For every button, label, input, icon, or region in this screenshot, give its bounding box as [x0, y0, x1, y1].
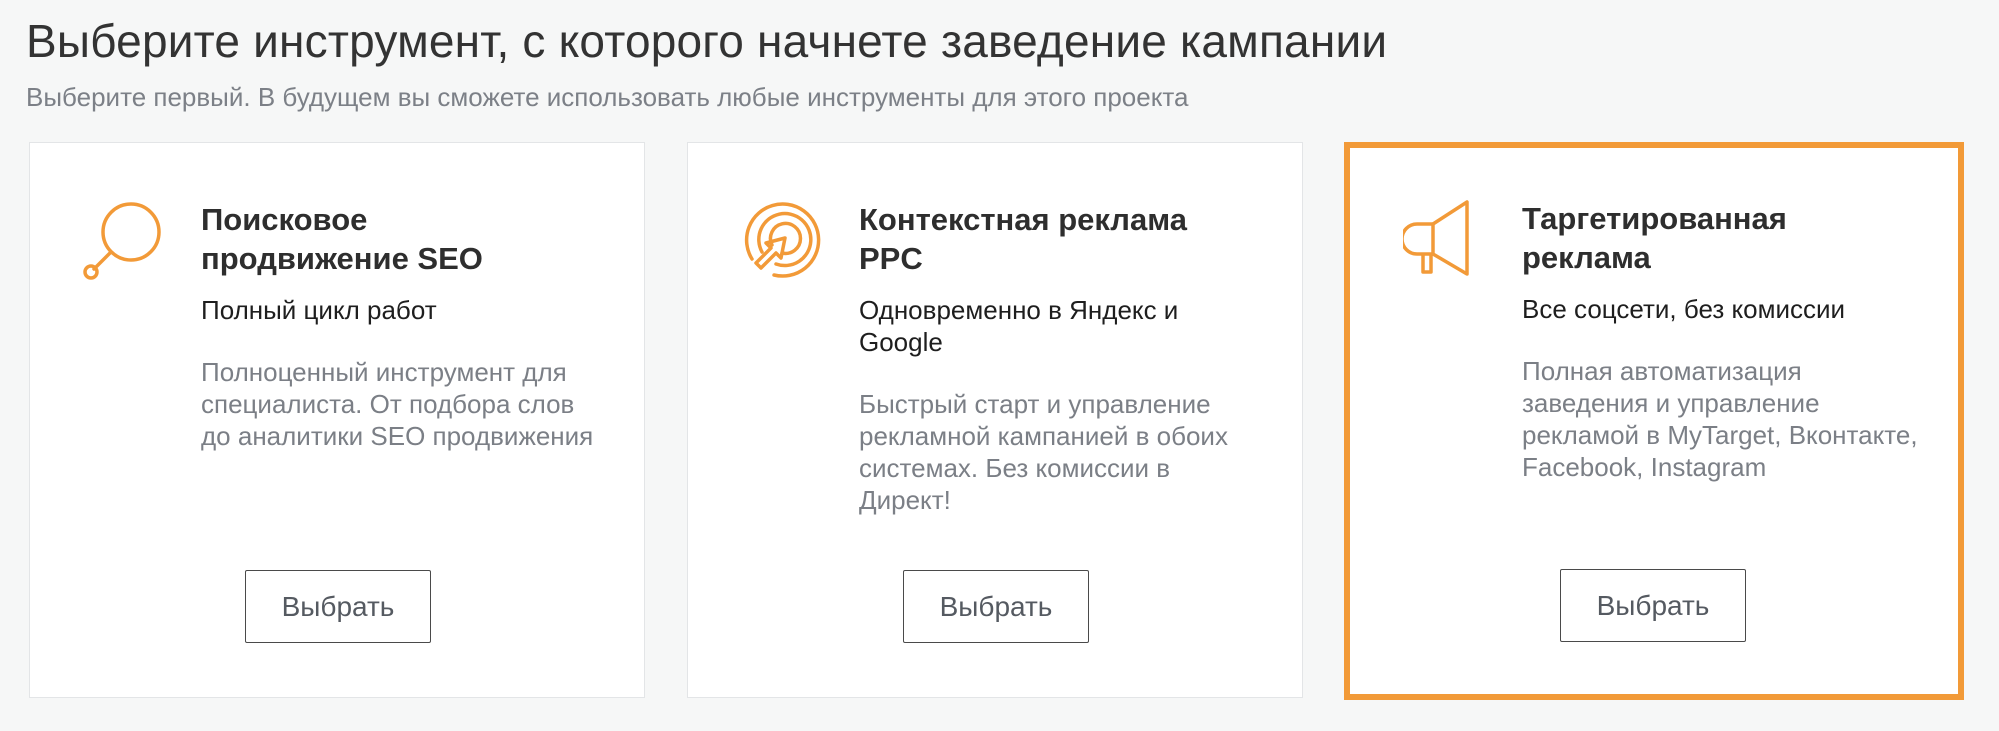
- megaphone-icon: [1400, 196, 1489, 282]
- tool-card-tagline: Полный цикл работ: [201, 295, 437, 325]
- tool-card-title-line1: Таргетированная: [1522, 201, 1787, 236]
- choose-seo-button[interactable]: Выбрать: [245, 570, 431, 643]
- page-subtitle: Выберите первый. В будущем вы сможете ис…: [26, 82, 1189, 112]
- tool-card-content: Контекстная реклама PPC Одновременно в Я…: [859, 200, 1279, 516]
- tool-card-targeted[interactable]: Таргетированная реклама Все соцсети, без…: [1344, 142, 1964, 700]
- choose-ppc-button[interactable]: Выбрать: [903, 570, 1089, 643]
- tool-card-tagline: Одновременно в Яндекс и Google: [859, 295, 1179, 357]
- tool-card-content: Таргетированная реклама Все соцсети, без…: [1522, 199, 1942, 483]
- tool-card-content: Поисковое продвижение SEO Полный цикл ра…: [201, 200, 621, 452]
- tool-card-title: Поисковое продвижение SEO: [201, 200, 621, 278]
- tool-card-seo[interactable]: Поисковое продвижение SEO Полный цикл ра…: [29, 142, 645, 698]
- tool-card-description: Полноценный инструмент для специалиста. …: [201, 357, 594, 451]
- page-title: Выберите инструмент, с которого начнете …: [26, 15, 1388, 67]
- tool-card-description: Полная автоматизация заведения и управле…: [1522, 356, 1918, 482]
- tool-card-title-line2: продвижение SEO: [201, 241, 483, 276]
- tool-card-title: Таргетированная реклама: [1522, 199, 1942, 277]
- choose-targeted-button[interactable]: Выбрать: [1560, 569, 1746, 642]
- tool-card-title: Контекстная реклама PPC: [859, 200, 1279, 278]
- target-cursor-icon: [740, 197, 826, 283]
- tool-card-ppc[interactable]: Контекстная реклама PPC Одновременно в Я…: [687, 142, 1303, 698]
- tool-card-title-line1: Поисковое: [201, 202, 368, 237]
- search-icon: [82, 197, 168, 283]
- tool-card-title-line1: Контекстная реклама: [859, 202, 1187, 237]
- tool-card-title-line2: реклама: [1522, 240, 1651, 275]
- tool-selection-page: Выберите инструмент, с которого начнете …: [0, 0, 1999, 731]
- tool-card-description: Быстрый старт и управление рекламной кам…: [859, 389, 1228, 515]
- tool-card-title-line2: PPC: [859, 241, 923, 276]
- tool-card-tagline: Все соцсети, без комиссии: [1522, 294, 1846, 324]
